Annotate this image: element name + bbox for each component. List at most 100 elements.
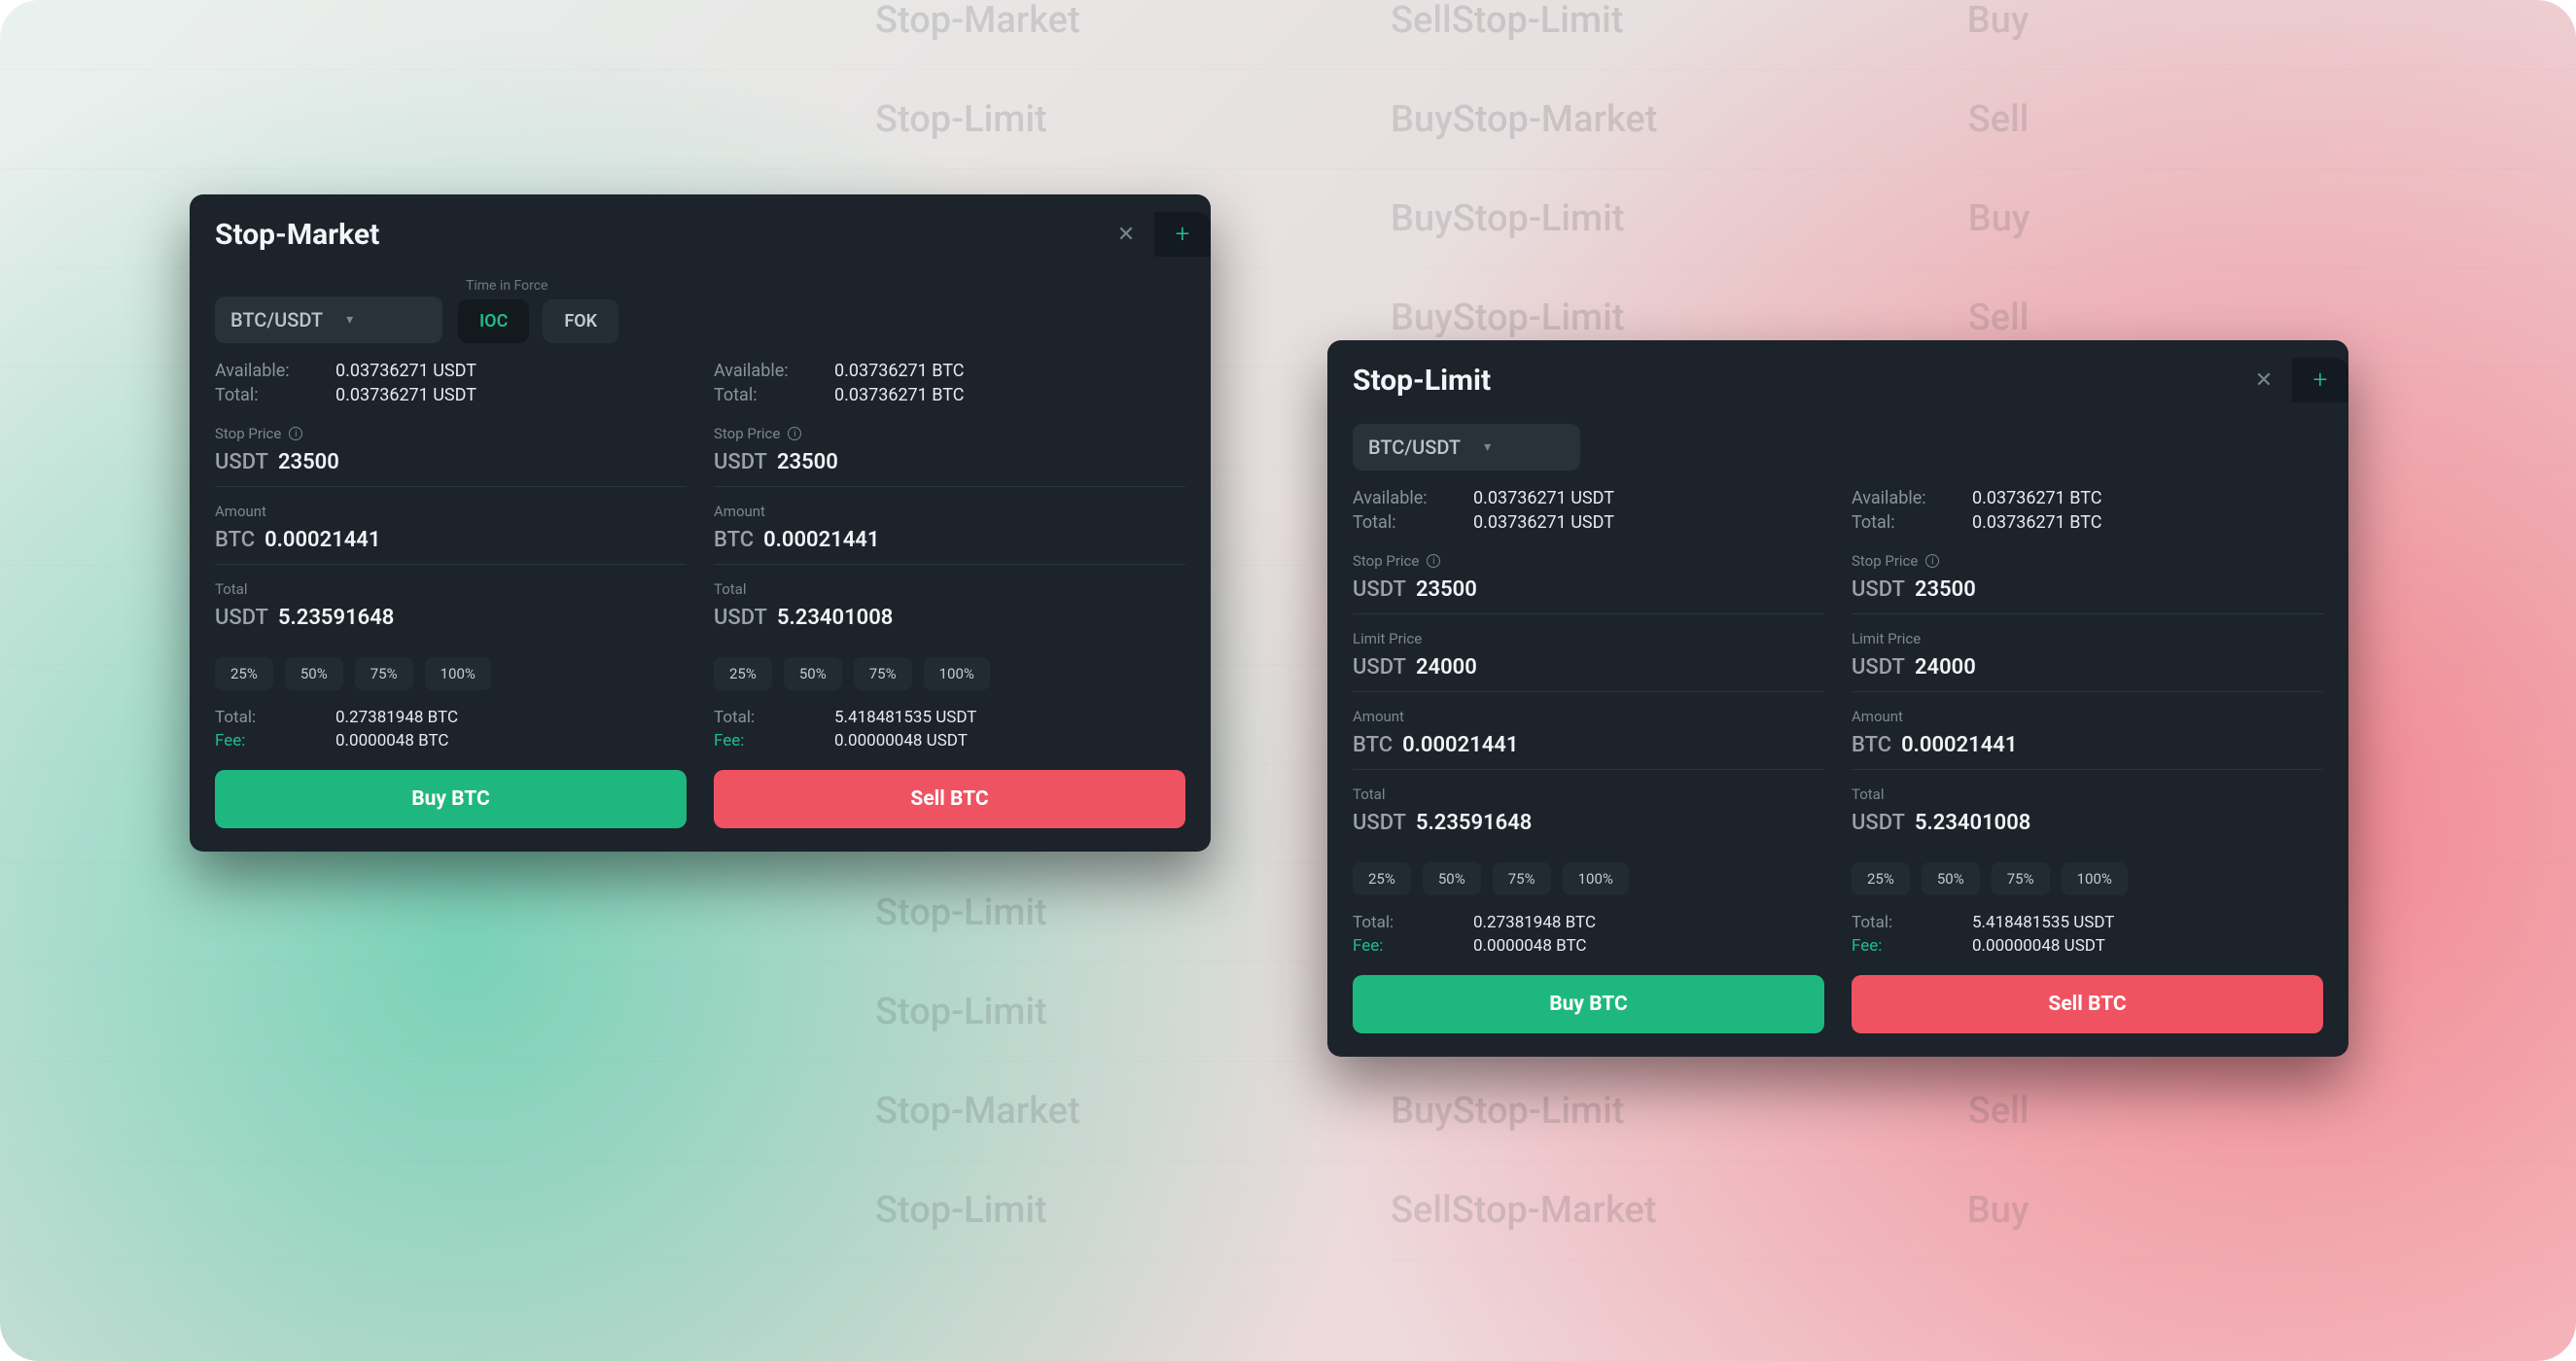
sell-button[interactable]: Sell BTC xyxy=(1852,975,2323,1033)
total-field[interactable]: Total USDT 5.23401008 xyxy=(714,565,1185,642)
total-balance-label: Total: xyxy=(1353,512,1450,533)
pct-25[interactable]: 25% xyxy=(714,657,772,690)
total-unit: USDT xyxy=(714,606,767,630)
amount-field[interactable]: Amount BTC0.00021441 xyxy=(714,487,1185,565)
info-icon[interactable]: i xyxy=(1925,554,1939,568)
available-label: Available: xyxy=(1353,488,1450,508)
total-label: Total xyxy=(1852,785,1885,803)
summary-total-label: Total: xyxy=(714,708,811,727)
panel-header-actions: ✕ + xyxy=(2236,358,2348,402)
close-icon: ✕ xyxy=(2255,368,2273,393)
summary: Total:5.418481535 USDT Fee:0.00000048 US… xyxy=(714,708,1185,754)
limit-value: 24000 xyxy=(1915,655,1976,680)
pct-row: 25% 50% 75% 100% xyxy=(1852,862,2323,895)
total-value: 5.23401008 xyxy=(777,606,893,630)
amount-unit: BTC xyxy=(714,528,754,552)
tif-fok-button[interactable]: FOK xyxy=(543,299,618,343)
stop-unit: USDT xyxy=(714,450,767,474)
pct-100[interactable]: 100% xyxy=(2062,862,2128,895)
pct-50[interactable]: 50% xyxy=(784,657,842,690)
pct-50[interactable]: 50% xyxy=(285,657,343,690)
fee-label: Fee: xyxy=(1852,936,1949,956)
pct-50[interactable]: 50% xyxy=(1922,862,1980,895)
sell-column: Available:0.03736271 BTC Total:0.0373627… xyxy=(1852,488,2323,1033)
summary: Total:0.27381948 BTC Fee:0.0000048 BTC xyxy=(1353,913,1824,960)
stop-market-panel: Stop-Market ✕ + BTC/USDT ▾ Time in Force… xyxy=(190,194,1211,852)
pct-75[interactable]: 75% xyxy=(854,657,912,690)
limit-unit: USDT xyxy=(1852,655,1905,680)
pct-75[interactable]: 75% xyxy=(355,657,413,690)
sell-button[interactable]: Sell BTC xyxy=(714,770,1185,828)
tif-ioc-button[interactable]: IOC xyxy=(458,299,529,343)
summary: Total:5.418481535 USDT Fee:0.00000048 US… xyxy=(1852,913,2323,960)
summary-total-label: Total: xyxy=(1353,913,1450,932)
total-field[interactable]: Total USDT5.23591648 xyxy=(215,565,687,642)
available-label: Available: xyxy=(714,361,811,381)
add-button[interactable]: + xyxy=(1154,212,1211,257)
amount-value: 0.00021441 xyxy=(1402,733,1518,757)
total-field[interactable]: Total USDT5.23401008 xyxy=(1852,770,2323,847)
fee-label: Fee: xyxy=(714,731,811,750)
available-value: 0.03736271 USDT xyxy=(335,361,476,381)
pair-select[interactable]: BTC/USDT ▾ xyxy=(215,297,442,343)
info-icon[interactable]: i xyxy=(1427,554,1440,568)
close-button[interactable]: ✕ xyxy=(1098,212,1154,257)
pct-25[interactable]: 25% xyxy=(215,657,273,690)
stop-value: 23500 xyxy=(278,450,339,474)
pct-25[interactable]: 25% xyxy=(1353,862,1411,895)
total-value: 5.23591648 xyxy=(1416,811,1532,835)
amount-field[interactable]: Amount BTC0.00021441 xyxy=(1852,692,2323,770)
buy-button[interactable]: Buy BTC xyxy=(215,770,687,828)
total-unit: USDT xyxy=(1852,811,1905,835)
stop-price-label: Stop Price xyxy=(1353,552,1419,570)
close-button[interactable]: ✕ xyxy=(2236,358,2292,402)
stop-price-field[interactable]: Stop Pricei USDT23500 xyxy=(215,409,687,487)
info-icon[interactable]: i xyxy=(788,427,801,440)
stop-price-field[interactable]: Stop Pricei USDT23500 xyxy=(714,409,1185,487)
pair-label: BTC/USDT xyxy=(230,308,323,332)
pct-row: 25% 50% 75% 100% xyxy=(714,657,1185,690)
pct-25[interactable]: 25% xyxy=(1852,862,1910,895)
stop-price-label: Stop Price xyxy=(1852,552,1918,570)
pair-select[interactable]: BTC/USDT ▾ xyxy=(1353,424,1580,471)
summary-total-label: Total: xyxy=(1852,913,1949,932)
fee-value: 0.0000048 BTC xyxy=(1473,936,1586,956)
pct-100[interactable]: 100% xyxy=(1563,862,1629,895)
pct-100[interactable]: 100% xyxy=(924,657,990,690)
limit-price-field[interactable]: Limit Price USDT 24000 xyxy=(1852,614,2323,692)
add-button[interactable]: + xyxy=(2292,358,2348,402)
total-balance-value: 0.03736271 BTC xyxy=(1972,512,2101,533)
close-icon: ✕ xyxy=(1117,223,1135,247)
total-field[interactable]: Total USDT5.23591648 xyxy=(1353,770,1824,847)
panel-title: Stop-Limit xyxy=(1353,364,1491,398)
summary-total-value: 5.418481535 USDT xyxy=(834,708,976,727)
total-balance-label: Total: xyxy=(714,385,811,405)
pct-75[interactable]: 75% xyxy=(1992,862,2050,895)
amount-unit: BTC xyxy=(215,528,255,552)
limit-value: 24000 xyxy=(1416,655,1477,680)
plus-icon: + xyxy=(2313,366,2328,395)
amount-field[interactable]: Amount BTC0.00021441 xyxy=(215,487,687,565)
pct-50[interactable]: 50% xyxy=(1423,862,1481,895)
pct-75[interactable]: 75% xyxy=(1493,862,1551,895)
total-label: Total xyxy=(714,580,747,598)
panel-header-actions: ✕ + xyxy=(1098,212,1211,257)
pct-100[interactable]: 100% xyxy=(425,657,491,690)
limit-price-field[interactable]: Limit Price USDT24000 xyxy=(1353,614,1824,692)
available-value: 0.03736271 BTC xyxy=(834,361,964,381)
total-balance-value: 0.03736271 USDT xyxy=(335,385,476,405)
limit-price-label: Limit Price xyxy=(1852,630,1921,647)
total-balance-label: Total: xyxy=(215,385,312,405)
buy-button[interactable]: Buy BTC xyxy=(1353,975,1824,1033)
info-icon[interactable]: i xyxy=(289,427,302,440)
amount-field[interactable]: Amount BTC0.00021441 xyxy=(1353,692,1824,770)
stop-price-field[interactable]: Stop Pricei USDT23500 xyxy=(1353,537,1824,614)
stop-price-field[interactable]: Stop Pricei USDT23500 xyxy=(1852,537,2323,614)
panel-toprow: BTC/USDT ▾ Time in Force IOC FOK xyxy=(190,278,1211,361)
available-value: 0.03736271 BTC xyxy=(1972,488,2101,508)
tif-caption: Time in Force xyxy=(466,278,618,294)
total-balance-value: 0.03736271 BTC xyxy=(834,385,964,405)
stop-limit-panel: Stop-Limit ✕ + BTC/USDT ▾ Available:0.03… xyxy=(1327,340,2348,1057)
amount-value: 0.00021441 xyxy=(763,528,879,552)
amount-unit: BTC xyxy=(1852,733,1891,757)
